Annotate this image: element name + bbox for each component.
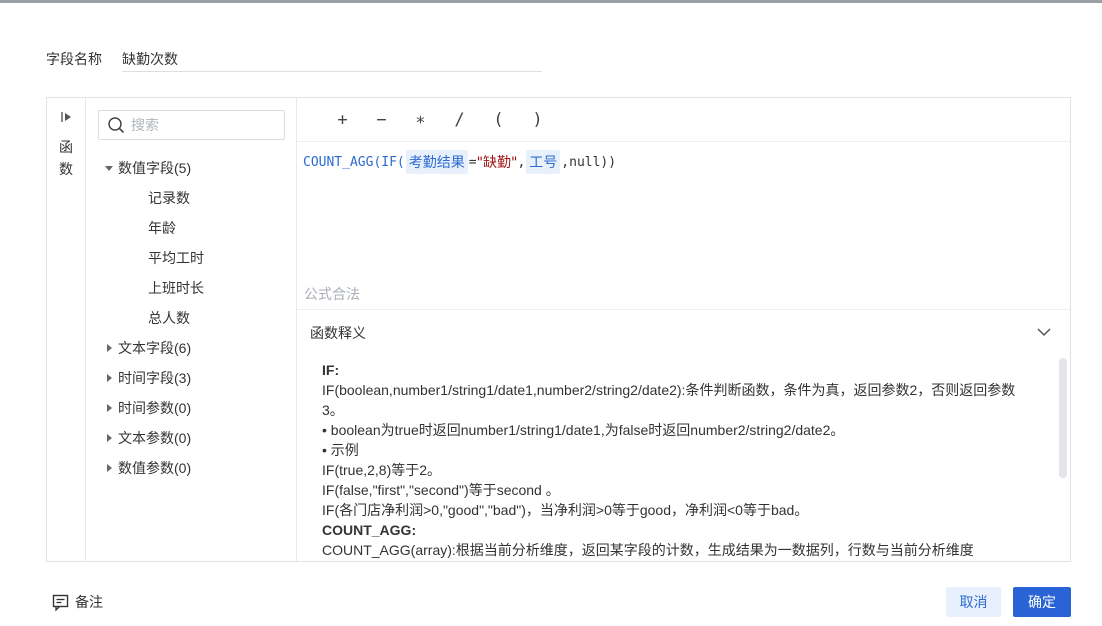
explanation-line: COUNT_AGG(array):根据当前分析维度，返回某字段的计数，生成结果为… <box>322 542 974 558</box>
note-button[interactable]: 备注 <box>52 592 103 612</box>
tree-field-item[interactable]: 总人数 <box>86 303 297 333</box>
formula-editor-panel: 函数 数值字段(5) 记录数年龄平均工时上班时长总人数文本字段(6) 时间字段(3)… <box>46 97 1071 562</box>
editor-area: + − ∗ /() COUNT_AGG(IF( 考勤结果 = "缺勤" , 工号 ,n… <box>297 98 1070 561</box>
confirm-button[interactable]: 确定 <box>1013 587 1071 617</box>
formula-tail: ,null)) <box>561 154 617 170</box>
note-label: 备注 <box>75 594 103 610</box>
tree-group-label: 数值参数(0) <box>118 460 192 476</box>
tree-field-item[interactable]: 上班时长 <box>86 273 297 303</box>
caret-right-icon[interactable] <box>104 433 114 443</box>
tree-field-item[interactable]: 记录数 <box>86 183 297 213</box>
tree-group[interactable]: 数值参数(0) <box>86 453 297 483</box>
caret-right-icon[interactable] <box>104 403 114 413</box>
explanation-body: IF: IF(boolean,number1/string1/date1,numb… <box>322 360 1032 560</box>
formula-editor[interactable]: COUNT_AGG(IF( 考勤结果 = "缺勤" , 工号 ,null)) <box>303 150 616 174</box>
caret-right-icon[interactable] <box>104 373 114 383</box>
tree-group[interactable]: 时间参数(0) <box>86 393 297 423</box>
tree-group[interactable]: 时间字段(3) <box>86 363 297 393</box>
explanation-heading: IF: <box>322 362 340 378</box>
operator-button[interactable]: ∗ <box>401 110 440 130</box>
formula-operator: = <box>468 154 477 170</box>
field-tree: 数值字段(5) 记录数 年龄 平均工时 上班时长 总人数文本字段(6) 时间字段(3) 时间参… <box>86 153 297 483</box>
explanation-heading: COUNT_AGG: <box>322 522 417 538</box>
chevron-down-icon[interactable] <box>1036 326 1052 338</box>
operator-button[interactable]: − <box>362 110 401 130</box>
explanation-line: IF(true,2,8)等于2。 <box>322 462 442 478</box>
tree-group-label: 数值字段(5) <box>118 160 192 176</box>
search-input[interactable] <box>131 117 271 133</box>
search-icon <box>108 117 125 134</box>
tree-field-item[interactable]: 平均工时 <box>86 243 297 273</box>
tree-group-label: 文本参数(0) <box>118 430 192 446</box>
tree-group[interactable]: 数值字段(5) <box>86 153 297 183</box>
formula-field-chip[interactable]: 考勤结果 <box>405 150 468 174</box>
operator-button[interactable]: / <box>440 110 479 130</box>
explanation-line: IF(各门店净利润>0,"good","bad")，当净利润>0等于good，净… <box>322 502 809 518</box>
tree-group-label: 文本字段(6) <box>118 340 192 356</box>
formula-function: COUNT_AGG(IF( <box>303 154 405 170</box>
scrollbar[interactable] <box>1059 358 1067 478</box>
explanation-title: 函数释义 <box>310 325 366 341</box>
tree-group[interactable]: 文本字段(6) <box>86 333 297 363</box>
function-tab-label: 函数 <box>59 139 73 177</box>
tree-group-label: 时间参数(0) <box>118 400 192 416</box>
expand-right-icon[interactable] <box>60 110 74 124</box>
caret-right-icon[interactable] <box>104 343 114 353</box>
function-explanation: 函数释义 IF: IF(boolean,number1/string1/date1… <box>297 309 1070 561</box>
explanation-line: • 示例 <box>322 442 359 458</box>
function-tab[interactable]: 函数 <box>47 98 86 561</box>
comment-icon <box>52 594 69 611</box>
formula-string: "缺勤" <box>476 155 518 171</box>
explanation-line: • boolean为true时返回number1/string1/date1,为… <box>322 422 845 438</box>
operator-button[interactable]: + <box>323 110 362 130</box>
operator-button[interactable]: ) <box>518 110 557 130</box>
formula-field-chip[interactable]: 工号 <box>526 150 561 174</box>
explanation-line: IF(boolean,number1/string1/date1,number2… <box>322 382 1016 418</box>
tree-group-label: 时间字段(3) <box>118 370 192 386</box>
field-name-label: 字段名称 <box>46 51 102 67</box>
operator-button[interactable]: ( <box>479 110 518 130</box>
caret-down-icon[interactable] <box>104 163 114 173</box>
tree-group[interactable]: 文本参数(0) <box>86 423 297 453</box>
explanation-header[interactable]: 函数释义 <box>297 310 1070 356</box>
formula-comma: , <box>517 154 526 170</box>
caret-right-icon[interactable] <box>104 463 114 473</box>
explanation-line: IF(false,"first","second")等于second 。 <box>322 482 560 498</box>
field-tree-panel: 数值字段(5) 记录数年龄平均工时上班时长总人数文本字段(6) 时间字段(3) 时间参… <box>86 98 297 561</box>
operator-toolbar: + − ∗ /() <box>297 98 1070 142</box>
field-name-row: 字段名称 缺勤次数 <box>46 46 542 72</box>
field-name-input[interactable]: 缺勤次数 <box>122 46 542 72</box>
tree-field-item[interactable]: 年龄 <box>86 213 297 243</box>
search-box[interactable] <box>98 110 285 140</box>
validation-status: 公式合法 <box>304 286 360 302</box>
cancel-button[interactable]: 取消 <box>946 587 1001 617</box>
top-border <box>0 0 1102 3</box>
